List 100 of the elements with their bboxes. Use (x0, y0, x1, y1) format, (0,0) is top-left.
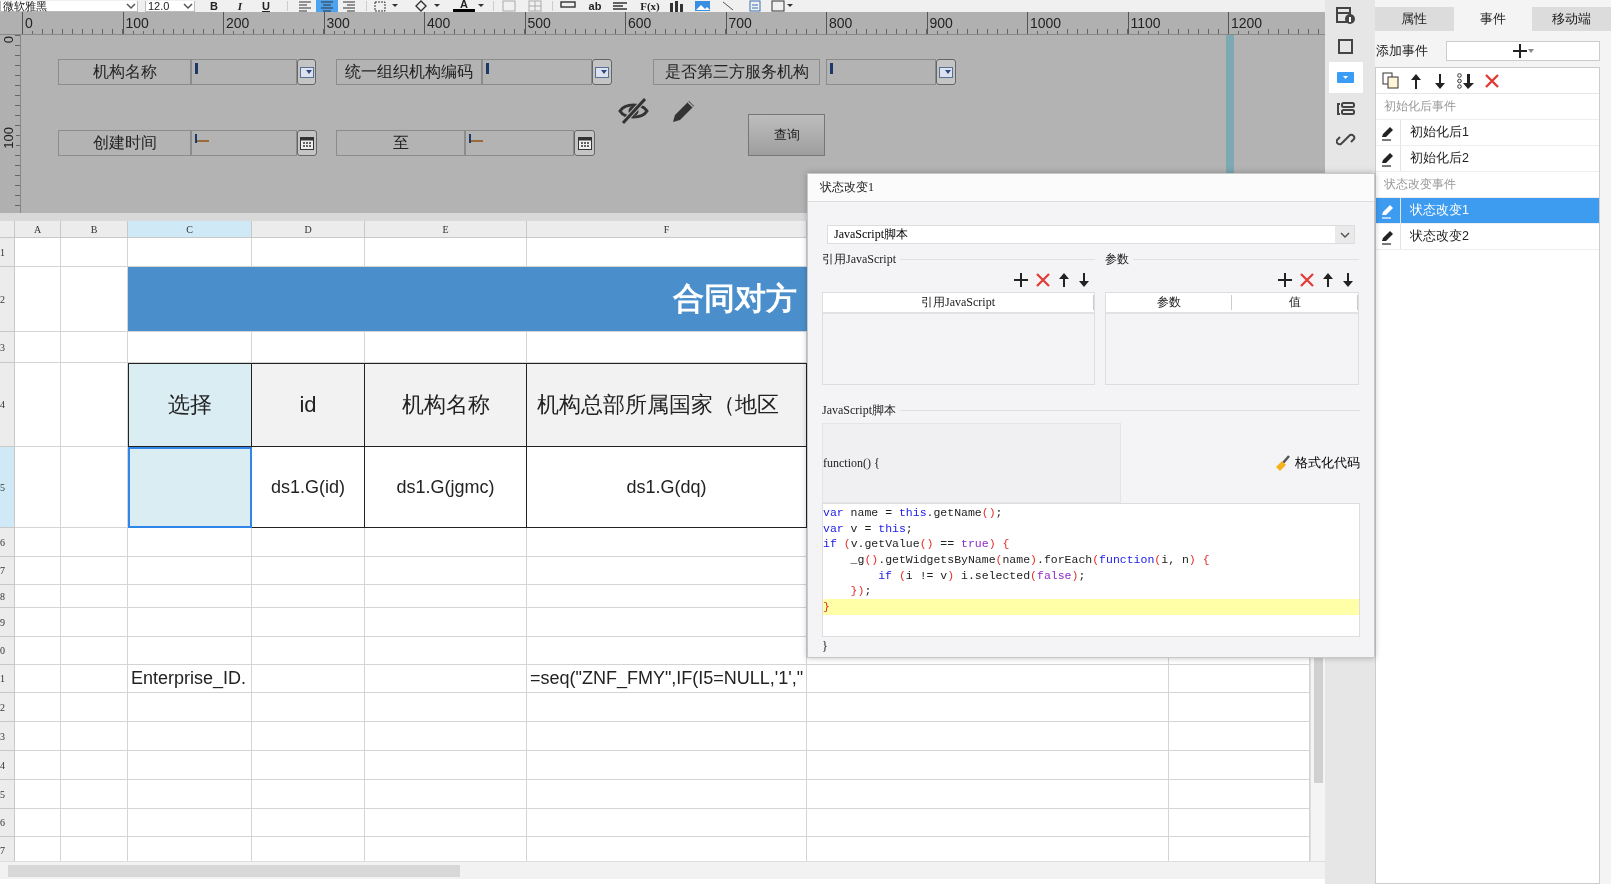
empty-cell[interactable] (15, 447, 61, 528)
table-cell[interactable]: ds1.G(id) (252, 447, 365, 528)
empty-cell[interactable] (128, 780, 252, 809)
picture-icon[interactable] (693, 0, 713, 12)
font-size-dropdown[interactable]: 12.0 (145, 0, 195, 12)
table-cell[interactable]: ds1.G(jgmc) (365, 447, 527, 528)
empty-cell[interactable] (61, 722, 128, 751)
arrow-up-icon[interactable] (1322, 273, 1334, 287)
empty-cell[interactable] (252, 585, 365, 608)
empty-cell[interactable] (128, 528, 252, 557)
empty-cell[interactable] (365, 780, 527, 809)
selected-cell[interactable] (128, 447, 252, 528)
border-icon[interactable] (373, 0, 401, 12)
empty-cell[interactable] (807, 693, 1169, 722)
empty-cell[interactable] (365, 751, 527, 780)
empty-cell[interactable] (252, 528, 365, 557)
empty-cell[interactable] (61, 528, 128, 557)
empty-cell[interactable] (365, 608, 527, 637)
row-header[interactable]: 4 (0, 751, 15, 780)
add-event-dropdown[interactable] (1446, 41, 1600, 61)
underline-button[interactable]: U (255, 0, 277, 12)
empty-cell[interactable] (128, 751, 252, 780)
row-header[interactable]: 3 (0, 332, 15, 363)
table-cell[interactable]: =seq("ZNF_FMY",IF(I5=NULL,'1'," (527, 665, 807, 693)
input-field[interactable] (191, 59, 297, 85)
empty-cell[interactable] (527, 722, 807, 751)
empty-cell[interactable] (527, 557, 807, 585)
empty-cell[interactable] (128, 722, 252, 751)
input-field[interactable] (826, 59, 936, 85)
empty-cell[interactable] (252, 637, 365, 665)
empty-cell[interactable] (61, 751, 128, 780)
column-header[interactable]: B (61, 221, 128, 238)
empty-cell[interactable] (807, 665, 1169, 693)
arrow-up-icon[interactable] (1409, 72, 1423, 89)
arrow-down-icon[interactable] (1433, 72, 1447, 89)
format-code-button[interactable]: 格式化代码 (1275, 454, 1360, 472)
calendar-button[interactable] (574, 130, 595, 156)
empty-cell[interactable] (365, 809, 527, 837)
empty-cell[interactable] (527, 780, 807, 809)
code-editor[interactable]: var name = this.getName(); var v = this; if (v.getValue() == true) { _g().getWidgetsByName(name).forEach(function(i, n) { if (i != v) i.selected(false); }); } (822, 503, 1360, 637)
input-field[interactable] (482, 59, 592, 85)
empty-cell[interactable] (61, 809, 128, 837)
empty-cell[interactable] (128, 809, 252, 837)
dropdown-button[interactable] (297, 59, 316, 85)
move-to-bottom-icon[interactable] (1457, 72, 1475, 89)
empty-cell[interactable] (128, 585, 252, 608)
dropdown-button[interactable] (592, 59, 612, 85)
empty-cell[interactable] (128, 557, 252, 585)
row-header[interactable]: 5 (0, 780, 15, 809)
empty-cell[interactable] (527, 585, 807, 608)
row-header[interactable]: 8 (0, 585, 15, 608)
empty-cell[interactable] (61, 665, 128, 693)
date-field[interactable] (191, 130, 297, 156)
delete-icon[interactable] (1300, 273, 1314, 287)
event-item[interactable]: 初始化后2 (1376, 146, 1599, 172)
add-icon[interactable] (1014, 273, 1028, 287)
empty-cell[interactable] (252, 557, 365, 585)
empty-cell[interactable] (807, 809, 1169, 837)
empty-cell[interactable] (15, 267, 61, 332)
row-header[interactable]: 0 (0, 637, 15, 665)
italic-button[interactable]: I (229, 0, 251, 12)
empty-cell[interactable] (61, 637, 128, 665)
row-header[interactable]: 7 (0, 837, 15, 861)
fill-bucket-icon[interactable] (413, 0, 443, 12)
empty-cell[interactable] (128, 608, 252, 637)
empty-cell[interactable] (128, 637, 252, 665)
date-field[interactable] (465, 130, 574, 156)
empty-cell[interactable] (807, 780, 1169, 809)
row-header[interactable]: 6 (0, 528, 15, 557)
empty-cell[interactable] (527, 528, 807, 557)
delete-icon[interactable] (1036, 273, 1050, 287)
column-header[interactable]: C (128, 221, 252, 238)
empty-cell[interactable] (61, 693, 128, 722)
query-button[interactable]: 查询 (748, 114, 825, 156)
row-header[interactable]: 2 (0, 693, 15, 722)
empty-cell[interactable] (252, 809, 365, 837)
empty-cell[interactable] (365, 637, 527, 665)
empty-cell[interactable] (807, 722, 1169, 751)
empty-cell[interactable] (61, 585, 128, 608)
corner-cell[interactable] (0, 221, 15, 238)
empty-cell[interactable] (252, 780, 365, 809)
empty-cell[interactable] (61, 557, 128, 585)
empty-cell[interactable] (61, 332, 128, 363)
frame-icon[interactable] (769, 0, 793, 12)
row-header[interactable]: 5 (0, 447, 15, 528)
empty-cell[interactable] (527, 809, 807, 837)
horizontal-scrollbar[interactable] (0, 861, 1325, 879)
table-cell[interactable]: Enterprise_ID. (128, 665, 252, 693)
script-type-dropdown[interactable]: JavaScript脚本 (827, 225, 1355, 244)
empty-cell[interactable] (128, 693, 252, 722)
empty-cell[interactable] (365, 722, 527, 751)
row-header[interactable]: 7 (0, 557, 15, 585)
text-button[interactable]: ab (585, 0, 605, 12)
empty-cell[interactable] (365, 665, 527, 693)
row-header[interactable]: 9 (0, 608, 15, 637)
column-header[interactable]: F (527, 221, 807, 238)
row-header[interactable]: 6 (0, 809, 15, 837)
empty-cell[interactable] (365, 585, 527, 608)
dropdown-button[interactable] (936, 59, 956, 85)
empty-cell[interactable] (15, 363, 61, 447)
